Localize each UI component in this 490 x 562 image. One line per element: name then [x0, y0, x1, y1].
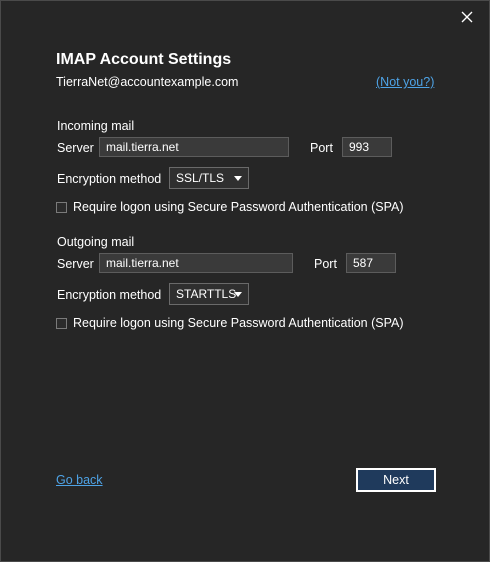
account-email: TierraNet@accountexample.com [56, 75, 239, 89]
imap-settings-dialog: IMAP Account Settings TierraNet@accounte… [0, 0, 490, 562]
incoming-encryption-select[interactable]: SSL/TLS [169, 167, 249, 189]
incoming-mail-heading: Incoming mail [57, 119, 135, 133]
outgoing-encryption-value: STARTTLS [176, 287, 237, 301]
dialog-title: IMAP Account Settings [56, 51, 232, 68]
outgoing-encryption-select[interactable]: STARTTLS [169, 283, 249, 305]
incoming-server-input[interactable] [99, 137, 289, 157]
outgoing-port-input[interactable] [346, 253, 396, 273]
outgoing-spa-checkbox[interactable] [56, 317, 67, 329]
chevron-down-icon [234, 292, 242, 297]
incoming-server-label: Server [57, 141, 94, 155]
incoming-port-label: Port [310, 141, 333, 155]
close-icon [461, 11, 473, 23]
incoming-spa-checkbox[interactable] [56, 201, 67, 213]
outgoing-mail-heading: Outgoing mail [57, 235, 135, 249]
incoming-encryption-label: Encryption method [57, 172, 162, 186]
outgoing-server-input[interactable] [99, 253, 293, 273]
next-button[interactable]: Next [356, 468, 436, 492]
outgoing-port-label: Port [314, 257, 337, 271]
incoming-port-input[interactable] [342, 137, 392, 157]
not-you-link[interactable]: (Not you?) [376, 75, 434, 89]
incoming-spa-label: Require logon using Secure Password Auth… [73, 200, 404, 214]
incoming-spa-checkbox-row[interactable]: Require logon using Secure Password Auth… [56, 200, 404, 214]
outgoing-encryption-label: Encryption method [57, 288, 162, 302]
chevron-down-icon [234, 176, 242, 181]
outgoing-server-label: Server [57, 257, 94, 271]
go-back-link[interactable]: Go back [56, 473, 103, 487]
close-button[interactable] [457, 7, 477, 27]
outgoing-spa-checkbox-row[interactable]: Require logon using Secure Password Auth… [56, 316, 404, 330]
outgoing-spa-label: Require logon using Secure Password Auth… [73, 316, 404, 330]
incoming-encryption-value: SSL/TLS [176, 171, 225, 185]
